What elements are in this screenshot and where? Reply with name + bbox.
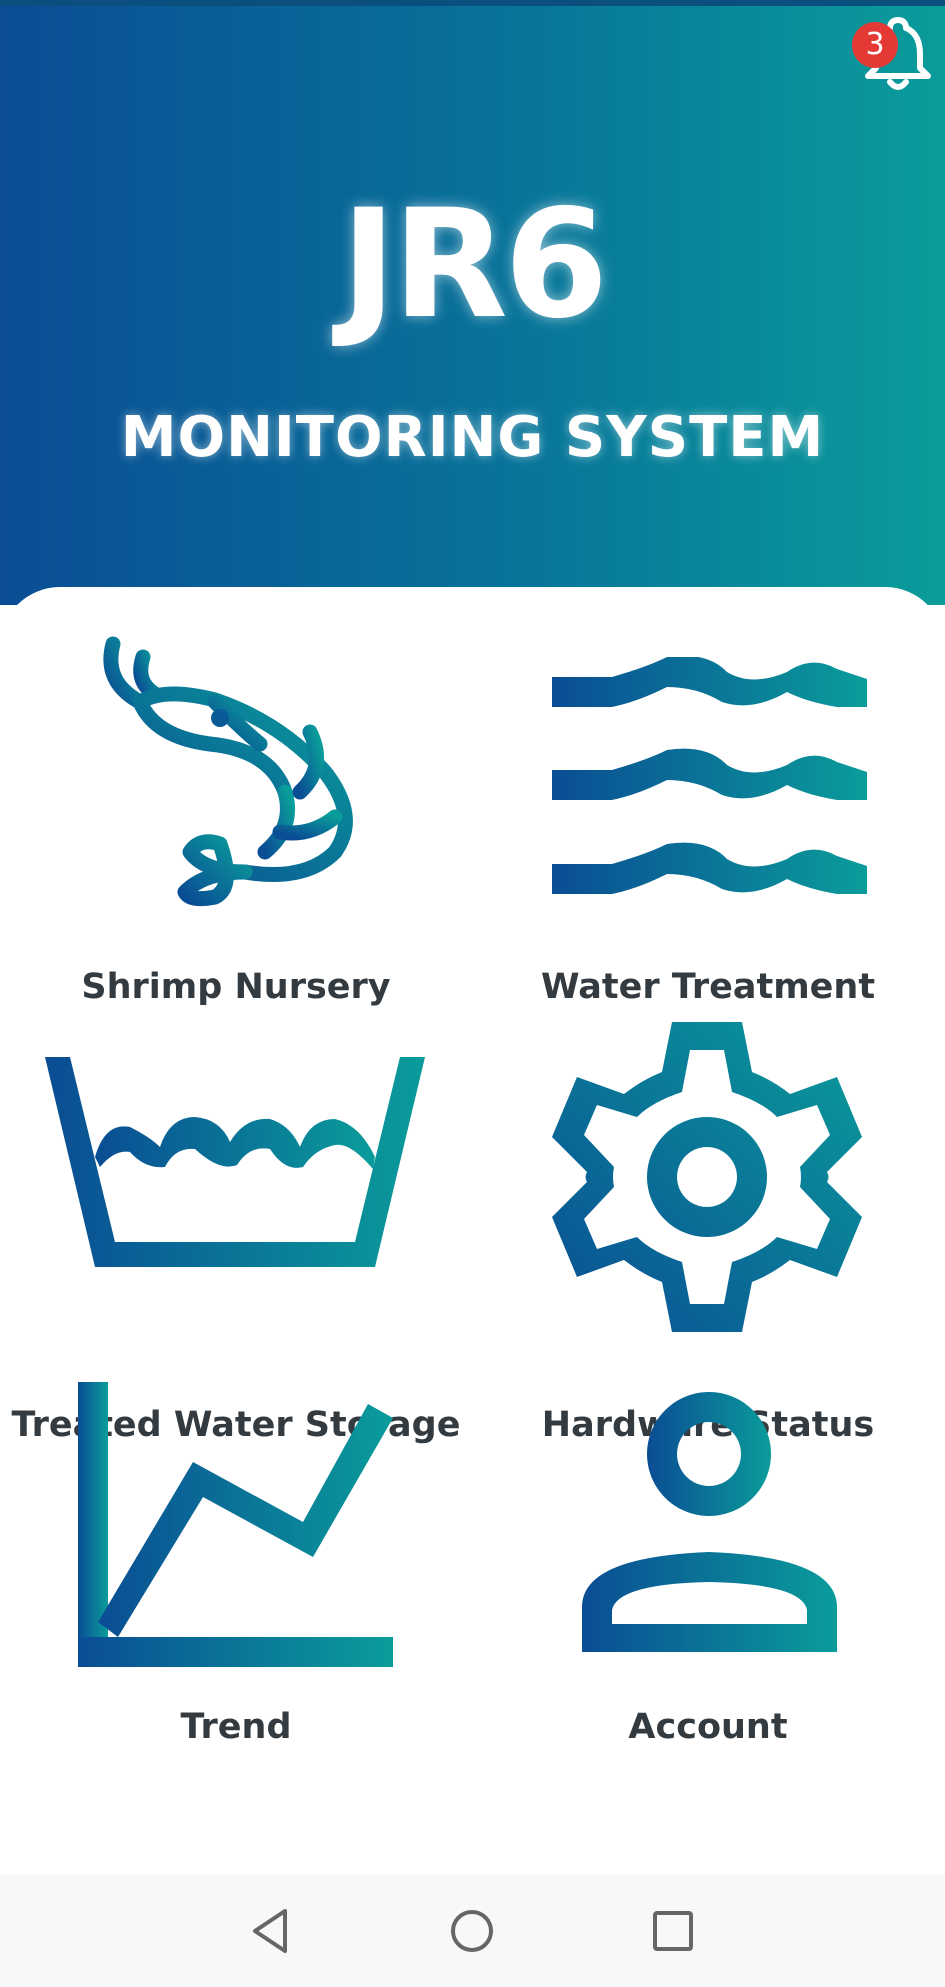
- recents-icon[interactable]: [643, 1901, 703, 1961]
- menu-item-shrimp-nursery[interactable]: Shrimp Nursery: [0, 587, 472, 1007]
- menu-card: Shrimp Nursery Water Treatment Treated W…: [0, 587, 945, 1877]
- menu-item-water-treatment[interactable]: Water Treatment: [472, 587, 944, 1007]
- water-treatment-label: Water Treatment: [540, 967, 876, 1007]
- account-icon: [582, 1392, 837, 1652]
- shrimp-icon: [103, 636, 353, 907]
- menu-item-trend[interactable]: Trend: [0, 1382, 472, 1877]
- menu-item-account[interactable]: Account: [472, 1392, 944, 1877]
- shrimp-nursery-label: Shrimp Nursery: [81, 967, 391, 1007]
- gear-icon: [552, 1022, 862, 1332]
- trend-chart-icon: [78, 1382, 393, 1667]
- home-icon[interactable]: [442, 1901, 502, 1961]
- menu-item-hardware-status[interactable]: Hardware Status: [472, 1007, 944, 1445]
- water-waves-icon: [552, 657, 867, 894]
- water-basin-icon: [45, 1057, 425, 1267]
- system-navigation-bar: [0, 1875, 945, 1987]
- app-title: JR6: [340, 178, 609, 352]
- menu-item-treated-water-storage[interactable]: Treated Water Storage: [0, 1007, 472, 1445]
- app-subtitle: MONITORING SYSTEM: [120, 405, 825, 470]
- notification-badge[interactable]: 3: [852, 22, 898, 68]
- app-header: 3 JR6 MONITORING SYSTEM: [0, 0, 945, 605]
- account-label: Account: [628, 1707, 788, 1747]
- back-icon[interactable]: [240, 1901, 300, 1961]
- trend-label: Trend: [180, 1707, 292, 1747]
- status-bar-strip: [0, 0, 945, 6]
